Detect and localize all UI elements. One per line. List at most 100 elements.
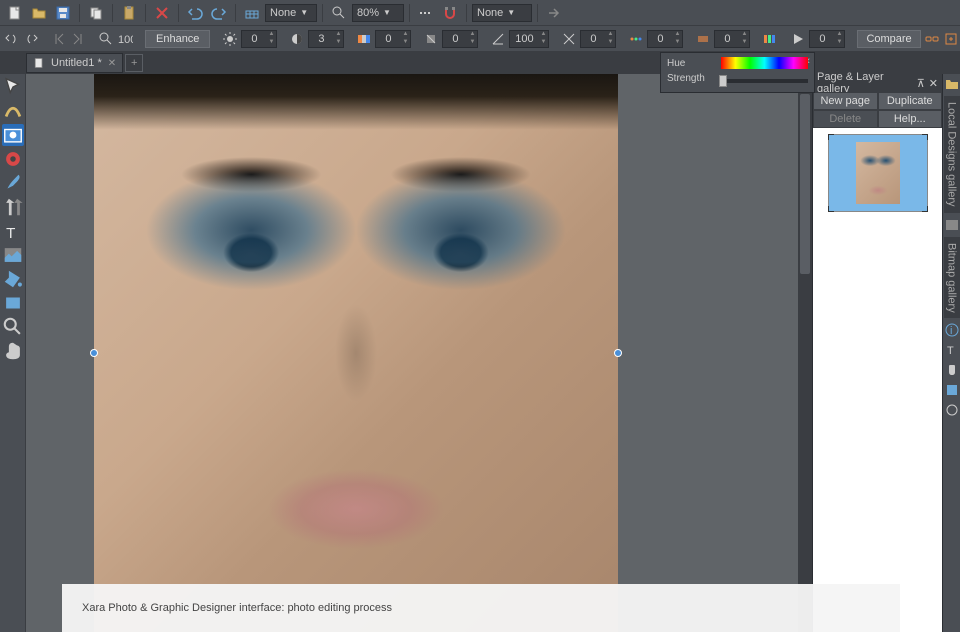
zoom-fit-icon[interactable] — [98, 28, 114, 50]
info-icon[interactable]: i — [944, 322, 960, 338]
document-icon — [33, 57, 45, 69]
svg-text:T: T — [6, 225, 15, 242]
shadow-spinbox[interactable]: 0▲▼ — [809, 30, 845, 48]
arrow-right-icon[interactable] — [543, 2, 565, 24]
temperature-spinbox[interactable]: 0▲▼ — [442, 30, 478, 48]
freehand-tool-icon[interactable] — [2, 100, 24, 122]
undo-icon[interactable] — [184, 2, 206, 24]
delete-button[interactable]: Delete — [813, 110, 878, 128]
vignette-spinbox[interactable]: 0▲▼ — [647, 30, 683, 48]
compare-button[interactable]: Compare — [857, 30, 920, 48]
glasses-icon[interactable] — [924, 28, 940, 50]
line-style-icon[interactable] — [415, 2, 437, 24]
blend-mode-dropdown[interactable]: None ▼ — [472, 4, 532, 22]
color-picker-icon[interactable] — [944, 402, 960, 418]
new-page-button[interactable]: New page — [813, 92, 878, 110]
chevron-down-icon: ▼ — [383, 8, 391, 17]
photo-tool-icon[interactable] — [2, 124, 24, 146]
svg-text:100%: 100% — [118, 34, 133, 46]
highlight-spinbox[interactable]: 0▲▼ — [714, 30, 750, 48]
close-tab-icon[interactable]: ✕ — [108, 58, 116, 69]
tab-title: Untitled1 * — [51, 57, 102, 69]
paste-icon[interactable] — [118, 2, 140, 24]
duplicate-button[interactable]: Duplicate — [878, 92, 943, 110]
enhance-button[interactable]: Enhance — [145, 30, 210, 48]
chevron-down-icon: ▼ — [300, 8, 308, 17]
push-tool-icon[interactable] — [2, 340, 24, 362]
slider-knob[interactable] — [719, 75, 727, 87]
strength-label: Strength — [667, 73, 715, 84]
close-gallery-icon[interactable]: ✕ — [929, 77, 938, 90]
snap-mode-dropdown[interactable]: None ▼ — [265, 4, 317, 22]
zoom-tool2-icon[interactable] — [2, 316, 24, 338]
clone-tool-icon[interactable] — [2, 196, 24, 218]
rectangle-tool-icon[interactable] — [2, 292, 24, 314]
photo-toolbar: 100% Enhance 0▲▼ 3▲▼ 0▲▼ 0▲▼ 100▲▼ 0▲▼ 0… — [0, 26, 960, 52]
contrast-icon — [289, 28, 305, 50]
open-file-icon[interactable] — [28, 2, 50, 24]
saturation-icon — [356, 28, 372, 50]
zoom-100-icon[interactable]: 100% — [117, 28, 133, 50]
snap-mode-value: None — [270, 7, 296, 19]
bitmap-gallery-tab[interactable]: Bitmap gallery — [944, 237, 960, 319]
undo2-icon[interactable] — [4, 28, 20, 50]
text-gallery-icon[interactable]: T — [944, 342, 960, 358]
text-tool-icon[interactable]: T — [2, 220, 24, 242]
clipart-tool-icon[interactable] — [2, 244, 24, 266]
crossprocess-spinbox[interactable]: 0▲▼ — [580, 30, 616, 48]
magnet-icon[interactable] — [439, 2, 461, 24]
temperature-icon — [423, 28, 439, 50]
blend-mode-value: None — [477, 7, 503, 19]
selection-handle-right[interactable] — [614, 349, 622, 357]
folder-icon[interactable] — [944, 76, 960, 92]
selection-handle-left[interactable] — [90, 349, 98, 357]
save-icon[interactable] — [52, 2, 74, 24]
pin-icon[interactable]: ⊼ — [917, 77, 925, 90]
hue-slider[interactable] — [721, 57, 808, 69]
zoom-dropdown[interactable]: 80% ▼ — [352, 4, 404, 22]
document-tab-bar: Untitled1 * ✕ + — [0, 52, 960, 74]
page-layer-gallery: Page & Layer gallery ⊼ ✕ New page Duplic… — [812, 74, 942, 632]
delete-icon[interactable] — [151, 2, 173, 24]
export-icon[interactable] — [943, 28, 959, 50]
hand-icon[interactable] — [944, 362, 960, 378]
prev-icon[interactable] — [51, 28, 67, 50]
snap-grid-icon[interactable] — [241, 2, 263, 24]
canvas[interactable] — [26, 74, 812, 632]
brightness-spinbox[interactable]: 0▲▼ — [241, 30, 277, 48]
brush-tool-icon[interactable] — [2, 172, 24, 194]
play-icon[interactable] — [790, 28, 806, 50]
chevron-down-icon: ▼ — [507, 8, 515, 17]
caption-bar: Xara Photo & Graphic Designer interface:… — [62, 584, 900, 632]
sharpness-icon — [490, 28, 506, 50]
palette-icon[interactable] — [762, 28, 778, 50]
sharpness-spinbox[interactable]: 100▲▼ — [509, 30, 549, 48]
next-icon[interactable] — [70, 28, 86, 50]
selector-tool-icon[interactable] — [2, 76, 24, 98]
thumbnail-image — [856, 142, 900, 204]
strength-slider[interactable] — [721, 79, 808, 83]
highlight-icon — [695, 28, 711, 50]
bitmap-icon[interactable] — [944, 217, 960, 233]
zoom-value: 80% — [357, 7, 379, 19]
fill-tool-icon[interactable] — [2, 268, 24, 290]
contrast-spinbox[interactable]: 3▲▼ — [308, 30, 344, 48]
local-designs-tab[interactable]: Local Designs gallery — [944, 96, 960, 213]
add-tab-button[interactable]: + — [125, 54, 143, 72]
redeye-tool-icon[interactable] — [2, 148, 24, 170]
redo2-icon[interactable] — [23, 28, 39, 50]
copy-icon[interactable] — [85, 2, 107, 24]
page-thumbnail[interactable] — [828, 134, 928, 212]
zoom-tool-icon[interactable] — [328, 2, 350, 24]
hue-strength-panel[interactable]: ‹ Hue Strength — [660, 52, 815, 93]
redo-icon[interactable] — [208, 2, 230, 24]
help-button[interactable]: Help... — [878, 110, 943, 128]
swatch-icon[interactable] — [944, 382, 960, 398]
new-file-icon[interactable] — [4, 2, 26, 24]
document-tab[interactable]: Untitled1 * ✕ — [26, 53, 123, 73]
vertical-scrollbar[interactable] — [798, 74, 812, 632]
gallery-header: Page & Layer gallery ⊼ ✕ — [813, 74, 942, 92]
photo-image[interactable] — [94, 74, 618, 632]
scrollbar-thumb[interactable] — [800, 94, 810, 274]
saturation-spinbox[interactable]: 0▲▼ — [375, 30, 411, 48]
